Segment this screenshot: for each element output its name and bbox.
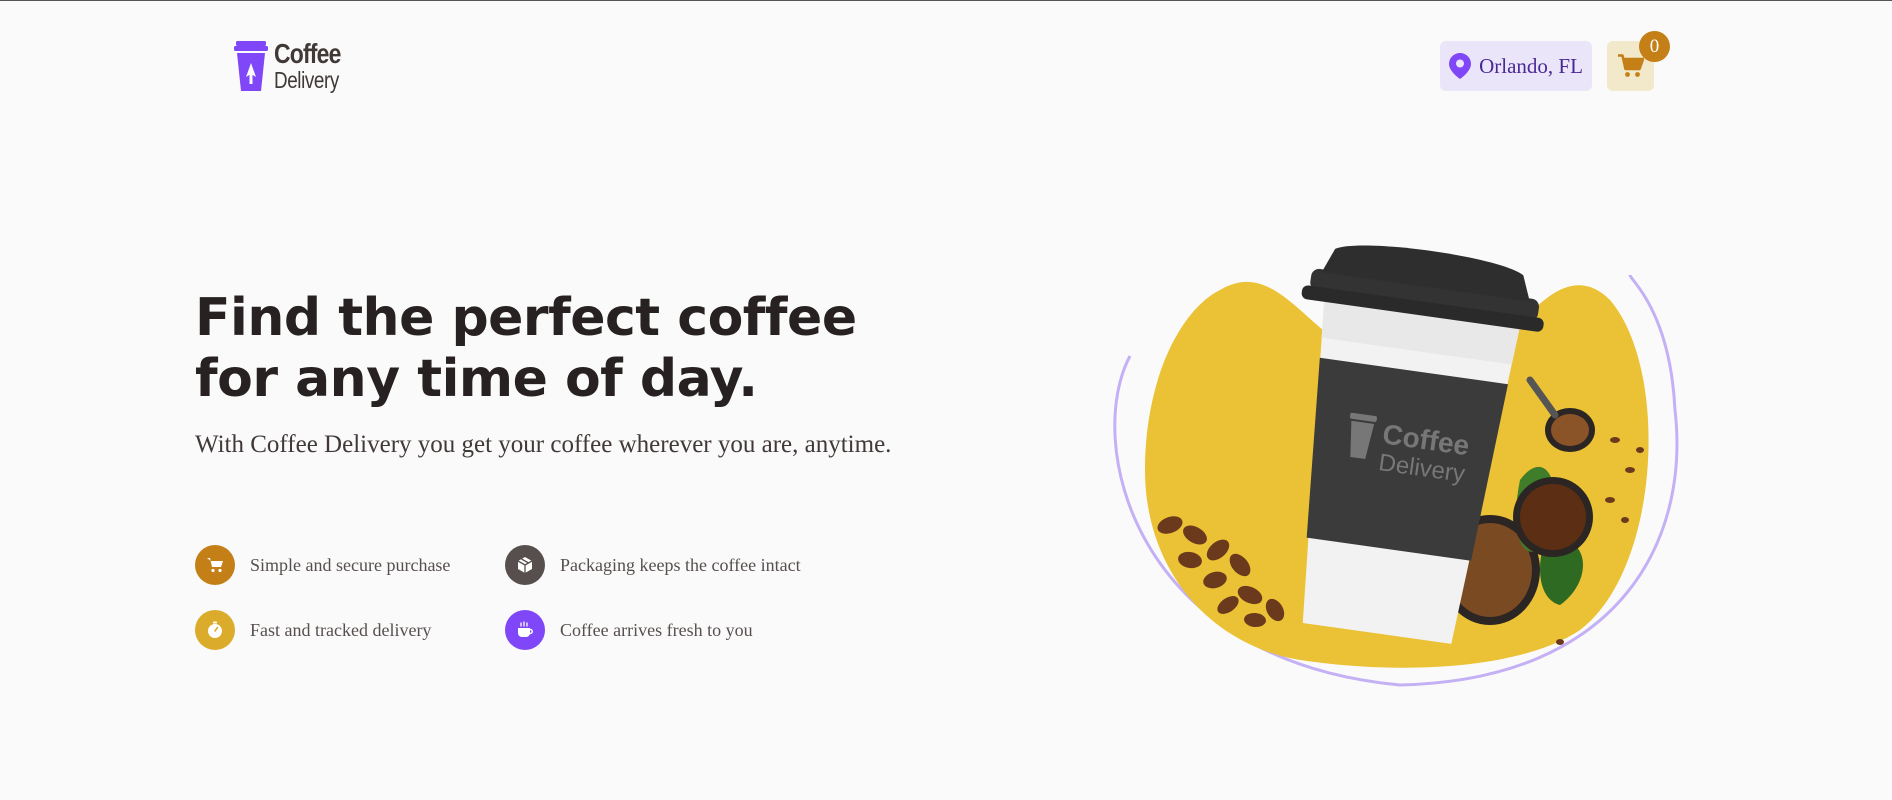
package-icon	[505, 545, 545, 585]
timer-icon	[195, 610, 235, 650]
hero-subtitle: With Coffee Delivery you get your coffee…	[195, 431, 892, 458]
feature-label: Packaging keeps the coffee intact	[560, 554, 801, 575]
feature-item-packaging: Packaging keeps the coffee intact	[505, 545, 801, 585]
hero-coffee-illustration: Coffee Delivery	[1113, 245, 1679, 687]
logo-text-line2: Delivery	[274, 67, 339, 93]
feature-label: Coffee arrives fresh to you	[560, 619, 753, 640]
location-label: Orlando, FL	[1479, 53, 1583, 78]
coffee-cup-logo-icon	[234, 41, 268, 91]
features-list: Simple and secure purchase Packaging kee…	[195, 545, 835, 655]
hero-title-line1: Find the perfect coffee	[195, 288, 857, 348]
logo-text-line1: Coffee	[274, 38, 341, 69]
logo-text: Coffee Delivery	[274, 40, 355, 92]
hero-title-line2: for any time of day.	[195, 349, 758, 409]
site-header: Coffee Delivery Orlando, FL 0	[0, 0, 1892, 130]
feature-item-fresh-coffee: Coffee arrives fresh to you	[505, 610, 753, 650]
feature-item-secure-purchase: Simple and secure purchase	[195, 545, 450, 585]
location-button[interactable]: Orlando, FL	[1440, 41, 1592, 91]
shopping-cart-icon	[1617, 54, 1644, 77]
map-pin-icon	[1449, 53, 1472, 79]
cart-count-badge: 0	[1639, 31, 1670, 62]
logo[interactable]: Coffee Delivery	[234, 40, 355, 92]
cart-icon	[195, 545, 235, 585]
coffee-icon	[505, 610, 545, 650]
feature-label: Fast and tracked delivery	[250, 619, 432, 640]
feature-label: Simple and secure purchase	[250, 554, 451, 575]
hero-title: Find the perfect coffee for any time of …	[195, 288, 915, 410]
feature-item-fast-delivery: Fast and tracked delivery	[195, 610, 431, 650]
